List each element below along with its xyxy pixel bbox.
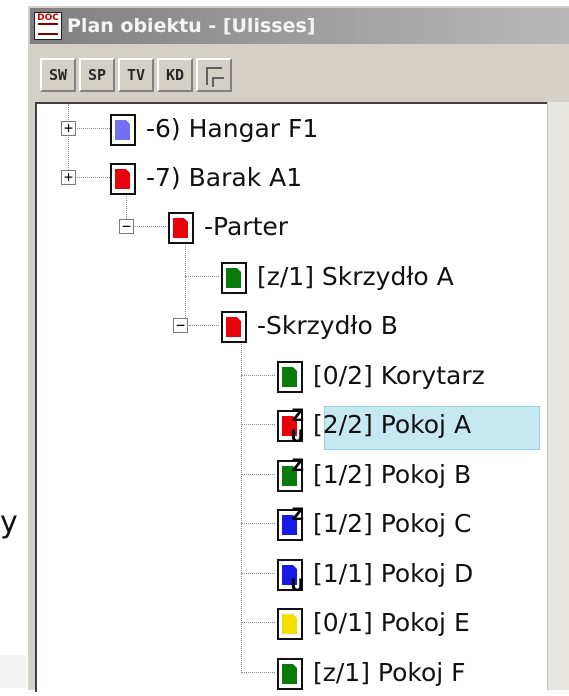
tree-node-label: [2/2] Pokoj A xyxy=(313,410,472,439)
tree-node-label: [0/2] Korytarz xyxy=(313,361,485,390)
tree-connector-line xyxy=(241,424,275,425)
tree-node-label: [1/1] Pokoj D xyxy=(313,559,474,588)
tree-connector-line xyxy=(185,238,186,326)
z-badge-icon: Z xyxy=(291,456,304,476)
window-title: Plan obiektu - [Ulisses] xyxy=(67,15,316,37)
corner-tool-button[interactable] xyxy=(196,58,232,92)
tree-node[interactable]: -7) Barak A1 xyxy=(110,161,537,201)
document-page-fill xyxy=(226,316,242,337)
red-document-icon xyxy=(168,212,194,244)
tree-connector-line xyxy=(241,622,275,623)
tree-node-label: [1/2] Pokoj B xyxy=(313,460,472,489)
document-page-fill xyxy=(282,366,298,387)
background-partial-text: y xyxy=(0,505,18,540)
tree-node-label: [1/2] Pokoj C xyxy=(313,509,472,538)
blue-document-icon: U xyxy=(277,559,304,595)
vertical-scrollbar[interactable] xyxy=(547,102,569,690)
corner-icon xyxy=(206,67,224,87)
collapse-icon[interactable]: − xyxy=(119,219,134,234)
tree-connector-line xyxy=(241,672,275,673)
z-badge-icon: Z xyxy=(291,406,304,426)
tree-node[interactable]: -Skrzydło B xyxy=(221,309,537,349)
tree-connector-line xyxy=(75,177,110,178)
plan-obiektu-window: DOC Plan obiektu - [Ulisses] SW SP TV KD… xyxy=(26,4,569,692)
document-page-fill xyxy=(173,217,189,238)
title-bar[interactable]: DOC Plan obiektu - [Ulisses] xyxy=(30,8,569,44)
u-badge-icon: U xyxy=(290,576,304,596)
tree-connector-line xyxy=(241,474,275,475)
document-page-fill xyxy=(226,267,242,288)
red-document-icon xyxy=(221,311,247,343)
tree-node[interactable]: [z/1] Skrzydło A xyxy=(221,260,537,300)
tree-node[interactable]: Z U [2/2] Pokoj A xyxy=(277,408,537,448)
tree-node-label: [z/1] Pokoj F xyxy=(313,658,466,687)
object-tree-view[interactable]: + -6) Hangar F1 + -7) Barak A1 − -Parter [z/1]… xyxy=(35,102,551,692)
tree-node-label: -6) Hangar F1 xyxy=(146,114,319,143)
collapse-icon[interactable]: − xyxy=(173,318,188,333)
kd-button[interactable]: KD xyxy=(157,58,193,92)
tree-node[interactable]: U [1/1] Pokoj D xyxy=(277,557,537,597)
app-icon-text: DOC xyxy=(37,13,59,23)
blue-document-icon: Z xyxy=(277,505,304,541)
document-page-fill xyxy=(282,663,298,684)
tree-node-label: -7) Barak A1 xyxy=(146,163,303,192)
tree-connector-line xyxy=(189,325,219,326)
tv-button[interactable]: TV xyxy=(118,58,154,92)
expand-icon[interactable]: + xyxy=(61,170,76,185)
tree-connector-line xyxy=(75,128,110,129)
sp-button[interactable]: SP xyxy=(79,58,115,92)
u-badge-icon: U xyxy=(290,427,304,447)
z-badge-icon: Z xyxy=(291,505,304,525)
red-document-icon xyxy=(110,163,136,195)
tree-connector-line xyxy=(241,573,275,574)
doc-app-icon[interactable]: DOC xyxy=(34,12,62,40)
red-document-icon: ZU xyxy=(277,406,304,446)
sw-button[interactable]: SW xyxy=(40,58,76,92)
yellow-document-icon xyxy=(277,608,303,640)
light-blue-document-icon xyxy=(110,114,136,146)
tree-node[interactable]: Z [1/2] Pokoj B xyxy=(277,458,537,498)
document-page-fill xyxy=(115,168,131,189)
tree-node-label: [0/1] Pokoj E xyxy=(313,608,470,637)
tree-node[interactable]: Z [1/2] Pokoj C xyxy=(277,507,537,547)
tree-node-label: [z/1] Skrzydło A xyxy=(257,262,454,291)
expand-icon[interactable]: + xyxy=(61,121,76,136)
tree-node[interactable]: -6) Hangar F1 xyxy=(110,112,537,152)
toolbar: SW SP TV KD xyxy=(40,58,232,96)
document-page-fill xyxy=(282,613,298,634)
tree-connector-line xyxy=(241,523,275,524)
tree-node[interactable]: [0/2] Korytarz xyxy=(277,359,537,399)
tree-node[interactable]: [z/1] Pokoj F xyxy=(277,656,537,696)
tree-connector-line xyxy=(185,276,219,277)
tree-connector-line xyxy=(133,226,166,227)
tree-node[interactable]: -Parter xyxy=(168,210,537,250)
document-page-fill xyxy=(115,119,131,140)
green-document-icon xyxy=(221,262,247,294)
tree-node[interactable]: [0/1] Pokoj E xyxy=(277,606,537,646)
tree-node-label: -Skrzydło B xyxy=(257,311,398,340)
tree-node-label: -Parter xyxy=(204,212,289,241)
tree-connector-line xyxy=(241,375,275,376)
green-document-icon xyxy=(277,361,303,393)
green-document-icon: Z xyxy=(277,456,304,492)
green-document-icon xyxy=(277,658,303,690)
